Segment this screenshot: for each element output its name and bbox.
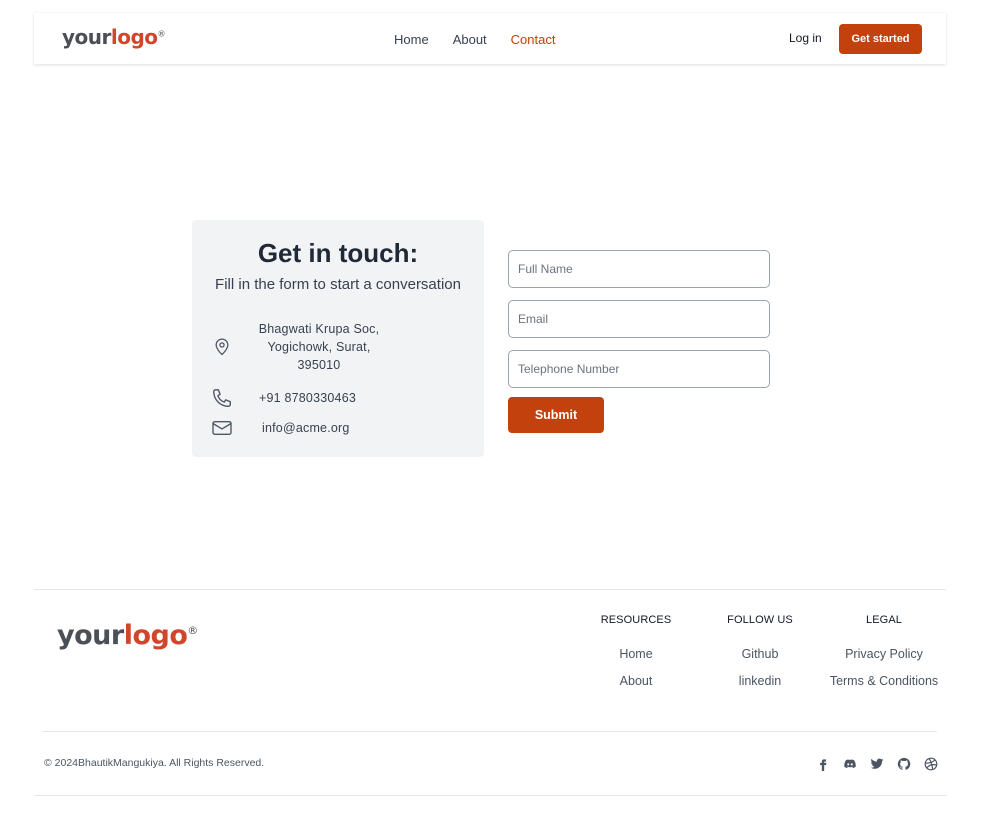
social-links [816, 756, 951, 772]
footer-column-follow-us: FOLLOW US Github linkedin [700, 614, 820, 688]
site-header: yourlogo® Home About Contact Log in Get … [34, 13, 946, 64]
logo-word-your: your [62, 25, 111, 49]
address-row: Bhagwati Krupa Soc, Yogichowk, Surat, 39… [210, 320, 391, 374]
nav-about[interactable]: About [453, 32, 487, 47]
footer-link-linkedin[interactable]: linkedin [700, 674, 820, 688]
footer-column-legal: LEGAL Privacy Policy Terms & Conditions [824, 614, 944, 688]
github-icon[interactable] [897, 756, 924, 772]
footer-link-about[interactable]: About [576, 674, 696, 688]
telephone-input[interactable] [508, 350, 770, 388]
submit-button[interactable]: Submit [508, 397, 604, 433]
address-text: Bhagwati Krupa Soc, Yogichowk, Surat, 39… [247, 320, 391, 374]
footer-column-title: RESOURCES [600, 614, 672, 626]
logo-registered-mark: ® [157, 29, 166, 39]
footer-link-privacy-policy[interactable]: Privacy Policy [824, 647, 944, 661]
footer-logo-word-logo: logo [123, 620, 188, 651]
footer-divider-bottom [34, 795, 946, 796]
contact-info-card: Get in touch: Fill in the form to start … [192, 220, 484, 457]
contact-subtitle: Fill in the form to start a conversation [215, 276, 461, 293]
full-name-input[interactable] [508, 250, 770, 288]
copyright-text: © 2024BhautikMangukiya. All Rights Reser… [44, 757, 265, 769]
footer-column-resources: RESOURCES Home About [576, 614, 696, 688]
nav-contact[interactable]: Contact [511, 32, 556, 47]
footer-logo-registered-mark: ® [187, 624, 198, 637]
phone-icon [210, 386, 234, 410]
email-row: info@acme.org [210, 416, 350, 440]
email-text[interactable]: info@acme.org [262, 419, 350, 437]
phone-text[interactable]: +91 8780330463 [259, 389, 356, 407]
nav-home[interactable]: Home [394, 32, 429, 47]
header-logo[interactable]: yourlogo® [62, 25, 166, 49]
map-pin-icon [210, 335, 234, 359]
email-input[interactable] [508, 300, 770, 338]
login-link[interactable]: Log in [789, 31, 822, 45]
facebook-icon[interactable] [816, 756, 843, 772]
footer-logo[interactable]: yourlogo® [57, 620, 198, 651]
footer-divider-middle [42, 731, 937, 732]
address-line-1: Bhagwati Krupa Soc, [258, 322, 380, 336]
footer-divider-top [34, 589, 946, 590]
address-line-3: 395010 [297, 358, 341, 372]
twitter-icon[interactable] [870, 756, 897, 772]
footer-column-title: LEGAL [866, 614, 902, 626]
footer-link-home[interactable]: Home [576, 647, 696, 661]
contact-title: Get in touch: [257, 238, 419, 268]
discord-icon[interactable] [843, 756, 870, 772]
footer-logo-word-your: your [57, 620, 124, 651]
main-nav: Home About Contact [394, 32, 579, 47]
footer-link-terms[interactable]: Terms & Conditions [824, 674, 944, 688]
footer-column-title: FOLLOW US [727, 614, 793, 626]
phone-row: +91 8780330463 [210, 386, 356, 410]
get-started-button[interactable]: Get started [839, 24, 922, 54]
address-line-2: Yogichowk, Surat, [267, 340, 371, 354]
footer-link-github[interactable]: Github [700, 647, 820, 661]
logo-word-logo: logo [110, 25, 158, 49]
dribbble-icon[interactable] [924, 756, 951, 772]
mail-icon [210, 416, 234, 440]
